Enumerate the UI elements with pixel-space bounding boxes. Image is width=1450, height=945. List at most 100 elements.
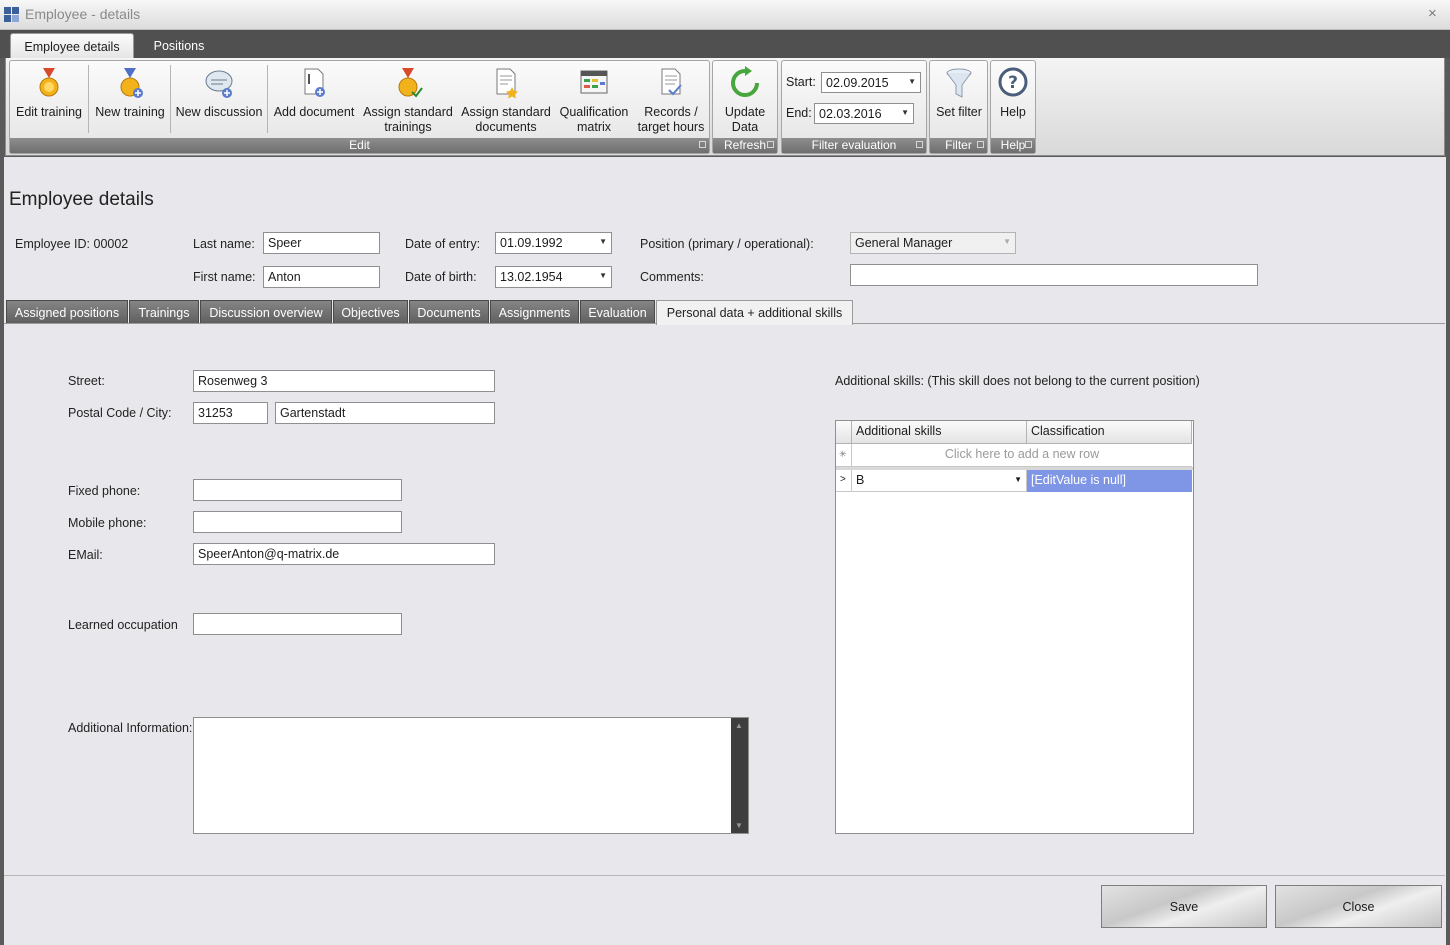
chevron-down-icon[interactable]: ▼ [908, 77, 916, 86]
new-row-placeholder[interactable]: Click here to add a new row [852, 444, 1192, 467]
records-target-hours-label-1: Records / [644, 105, 698, 119]
set-filter-label: Set filter [936, 105, 982, 119]
ribbon-tab-positions[interactable]: Positions [140, 33, 218, 58]
position-combo[interactable]: General Manager ▼ [850, 232, 1016, 254]
postal-code-field[interactable]: 31253 [193, 402, 268, 424]
city-field[interactable]: Gartenstadt [275, 402, 495, 424]
date-of-entry-combo[interactable]: 01.09.1992 ▼ [495, 232, 612, 254]
qualification-matrix-button[interactable]: Qualification matrix [555, 64, 633, 135]
help-caption: Help [1000, 138, 1026, 152]
records-target-hours-button[interactable]: Records / target hours [633, 64, 709, 135]
tab-assignments[interactable]: Assignments [490, 300, 579, 324]
start-date-value: 02.09.2015 [826, 76, 889, 90]
mobile-phone-field[interactable] [193, 511, 402, 533]
start-label: Start: [786, 75, 816, 89]
save-button[interactable]: Save [1101, 885, 1267, 928]
ribbon-group-edit: Edit training New training New discussio… [9, 60, 710, 154]
learned-occupation-field[interactable] [193, 613, 402, 635]
first-name-label: First name: [193, 270, 256, 284]
fixed-phone-field[interactable] [193, 479, 402, 501]
street-field[interactable]: Rosenweg 3 [193, 370, 495, 392]
position-label: Position (primary / operational): [640, 237, 814, 251]
end-label: End: [786, 106, 812, 120]
ribbon-tab-employee-details[interactable]: Employee details [10, 33, 134, 58]
end-date-value: 02.03.2016 [819, 107, 882, 121]
tab-objectives[interactable]: Objectives [333, 300, 408, 324]
ribbon-group-filter: Set filter Filter [929, 60, 988, 154]
refresh-icon [731, 66, 759, 97]
additional-skills-caption: Additional skills: (This skill does not … [835, 374, 1200, 388]
vertical-scrollbar[interactable]: ▲ ▼ [731, 718, 748, 833]
tab-discussion-overview[interactable]: Discussion overview [200, 300, 332, 324]
new-training-button[interactable]: New training [92, 64, 168, 120]
separator [267, 65, 268, 133]
chevron-down-icon[interactable]: ▼ [599, 271, 607, 280]
start-date-combo[interactable]: 02.09.2015 ▼ [821, 72, 921, 93]
help-button[interactable]: ? Help [992, 64, 1034, 120]
set-filter-button[interactable]: Set filter [931, 64, 987, 120]
separator [170, 65, 171, 133]
group-launcher-icon[interactable] [767, 141, 774, 148]
chevron-down-icon[interactable]: ▼ [599, 237, 607, 246]
window-close-icon[interactable]: × [1428, 5, 1437, 22]
refresh-caption: Refresh [723, 138, 767, 152]
page-title: Employee details [9, 189, 154, 210]
skill-cell-combo[interactable]: B ▼ [852, 470, 1027, 492]
email-field[interactable]: SpeerAnton@q-matrix.de [193, 543, 495, 565]
last-name-field[interactable]: Speer [263, 232, 380, 254]
records-icon [661, 68, 682, 96]
assign-standard-documents-button[interactable]: Assign standard documents [459, 64, 553, 135]
close-button[interactable]: Close [1275, 885, 1442, 928]
group-launcher-icon[interactable] [1025, 141, 1032, 148]
date-of-entry-label: Date of entry: [405, 237, 481, 251]
document-add-icon [304, 68, 325, 97]
group-caption-help: Help [991, 138, 1035, 153]
medal-assign-icon [398, 68, 423, 98]
tab-documents[interactable]: Documents [409, 300, 489, 324]
date-of-birth-combo[interactable]: 13.02.1954 ▼ [495, 266, 612, 288]
position-value: General Manager [855, 236, 953, 250]
chevron-down-icon[interactable]: ▼ [1014, 475, 1022, 484]
add-document-label: Add document [273, 105, 355, 119]
edit-training-button[interactable]: Edit training [12, 64, 86, 120]
comments-field[interactable] [850, 264, 1258, 286]
ribbon-group-refresh: Update Data Refresh [712, 60, 778, 154]
group-launcher-icon[interactable] [977, 141, 984, 148]
update-data-button[interactable]: Update Data [715, 64, 775, 135]
current-row-indicator-icon: > [836, 470, 852, 492]
new-discussion-label: New discussion [175, 105, 263, 119]
help-label: Help [1000, 105, 1026, 119]
classification-cell[interactable]: [EditValue is null] [1027, 470, 1192, 492]
new-discussion-button[interactable]: New discussion [173, 64, 265, 120]
additional-skills-grid: Additional skills Classification ✳ Click… [835, 420, 1194, 834]
update-data-label-1: Update [724, 105, 766, 119]
comments-label: Comments: [640, 270, 704, 284]
separator [88, 65, 89, 133]
new-training-label: New training [95, 105, 165, 119]
assign-standard-trainings-button[interactable]: Assign standard trainings [360, 64, 456, 135]
medal-icon [39, 68, 59, 97]
first-name-field[interactable]: Anton [263, 266, 380, 288]
assign-standard-trainings-label-1: Assign standard [363, 105, 453, 119]
qualification-matrix-label-2: matrix [576, 120, 612, 134]
column-header-classification[interactable]: Classification [1027, 421, 1192, 444]
date-of-birth-value: 13.02.1954 [500, 270, 563, 284]
column-header-additional-skills[interactable]: Additional skills [852, 421, 1027, 444]
group-caption-filter-evaluation: Filter evaluation [782, 138, 926, 153]
additional-information-label: Additional Information: [68, 721, 193, 735]
scroll-down-icon[interactable]: ▼ [735, 821, 743, 830]
group-caption-refresh: Refresh [713, 138, 777, 153]
end-date-combo[interactable]: 02.03.2016 ▼ [814, 103, 914, 124]
scroll-up-icon[interactable]: ▲ [735, 721, 743, 730]
tab-assigned-positions[interactable]: Assigned positions [6, 300, 128, 324]
records-target-hours-label-2: target hours [637, 120, 705, 134]
chevron-down-icon[interactable]: ▼ [901, 108, 909, 117]
tab-evaluation[interactable]: Evaluation [580, 300, 655, 324]
add-document-button[interactable]: Add document [270, 64, 358, 120]
tab-personal-data[interactable]: Personal data + additional skills [656, 300, 853, 325]
tab-trainings[interactable]: Trainings [129, 300, 199, 324]
additional-information-textarea[interactable]: ▲ ▼ [193, 717, 749, 834]
group-launcher-icon[interactable] [916, 141, 923, 148]
funnel-icon [946, 68, 972, 98]
group-launcher-icon[interactable] [699, 141, 706, 148]
